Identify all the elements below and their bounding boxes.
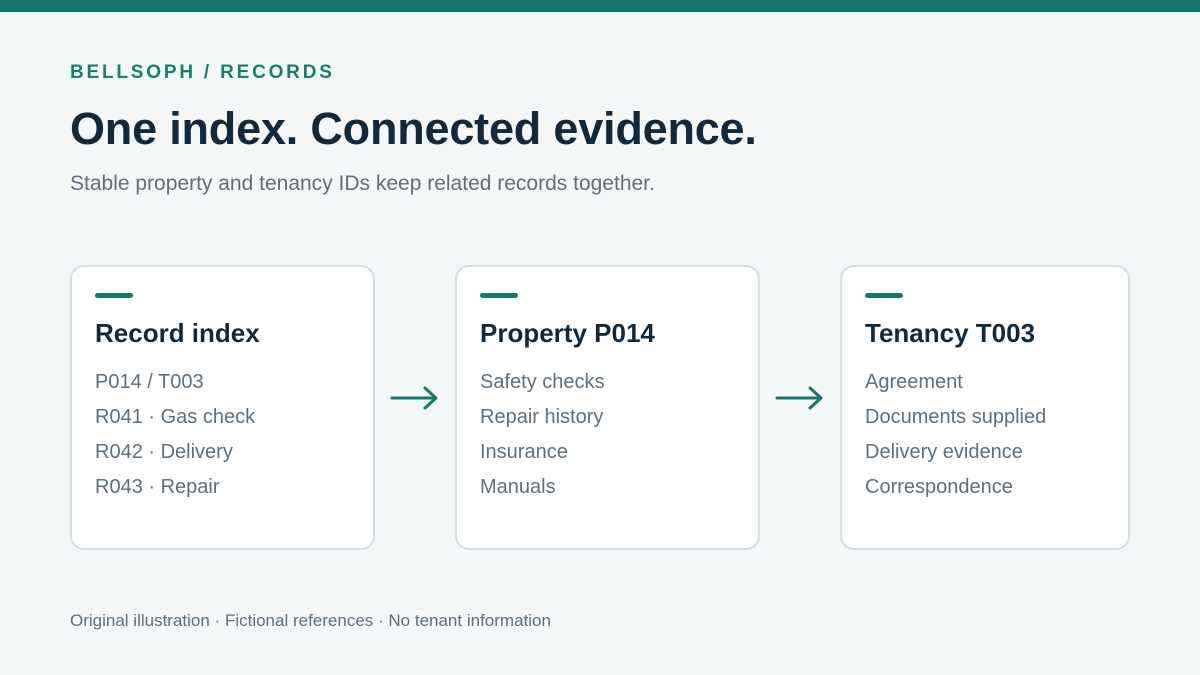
card-line: R043 · Repair xyxy=(95,476,220,498)
card-line: Repair history xyxy=(480,406,604,428)
card-line-list: Safety checks Repair history Insurance M… xyxy=(480,365,605,505)
card-line: Documents supplied xyxy=(865,406,1047,428)
card-line: R041 · Gas check xyxy=(95,406,256,428)
card-line: Manuals xyxy=(480,476,556,498)
card-line: Correspondence xyxy=(865,476,1013,498)
page-subtitle: Stable property and tenancy IDs keep rel… xyxy=(70,172,655,195)
card-accent-bar xyxy=(865,293,903,298)
page-title: One index. Connected evidence. xyxy=(70,103,757,154)
card-line: R042 · Delivery xyxy=(95,441,233,463)
card-record-index: Record index P014 / T003 R041 · Gas chec… xyxy=(70,265,375,550)
card-title: Property P014 xyxy=(480,318,655,348)
eyebrow-label: BELLSOPH / RECORDS xyxy=(70,62,335,83)
arrow-right-icon xyxy=(775,386,823,410)
card-line: Insurance xyxy=(480,441,568,463)
card-title: Record index xyxy=(95,318,260,348)
card-property: Property P014 Safety checks Repair histo… xyxy=(455,265,760,550)
card-line: Delivery evidence xyxy=(865,441,1023,463)
card-line: P014 / T003 xyxy=(95,371,204,393)
card-title: Tenancy T003 xyxy=(865,318,1036,348)
card-line: Safety checks xyxy=(480,371,605,393)
card-accent-bar xyxy=(95,293,133,298)
arrow-right-icon xyxy=(390,386,438,410)
top-accent-bar xyxy=(0,0,1200,12)
card-tenancy: Tenancy T003 Agreement Documents supplie… xyxy=(840,265,1130,550)
card-line-list: P014 / T003 R041 · Gas check R042 · Deli… xyxy=(95,365,255,505)
card-accent-bar xyxy=(480,293,518,298)
card-line-list: Agreement Documents supplied Delivery ev… xyxy=(865,365,1046,505)
card-line: Agreement xyxy=(865,371,963,393)
footer-note: Original illustration · Fictional refere… xyxy=(70,611,551,630)
